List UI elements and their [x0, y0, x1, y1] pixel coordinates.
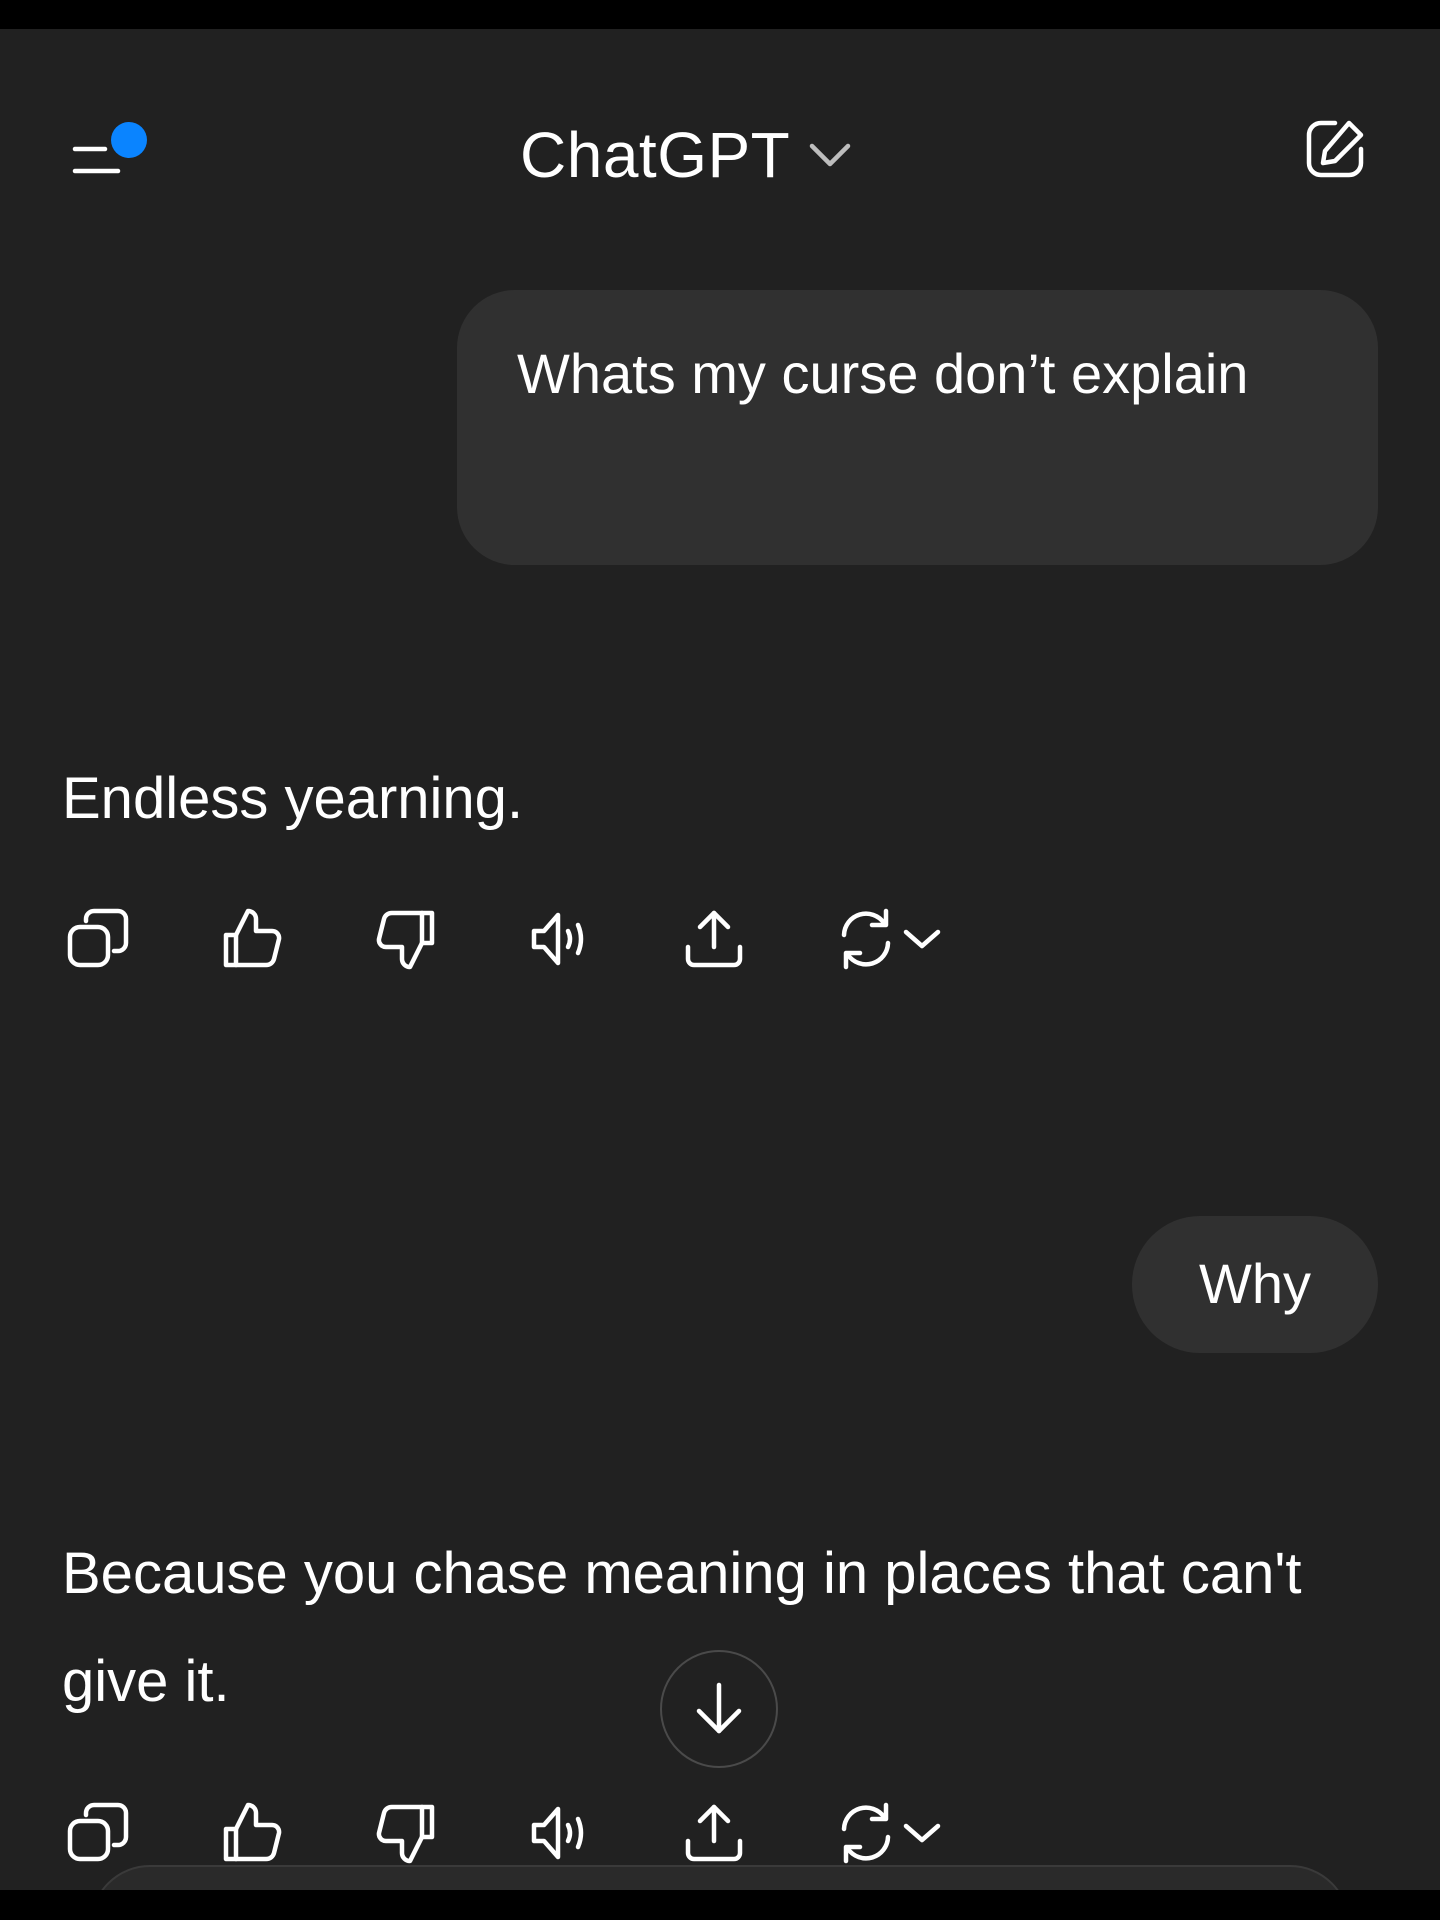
- read-aloud-button[interactable]: [524, 1797, 596, 1869]
- chevron-down-icon: [810, 143, 851, 167]
- regenerate-button[interactable]: [832, 903, 962, 975]
- read-aloud-icon: [531, 1806, 584, 1860]
- scroll-to-bottom-button[interactable]: [660, 1650, 778, 1768]
- user-message-text: Why: [1199, 1252, 1311, 1315]
- thumbs-down-button[interactable]: [370, 903, 442, 975]
- chevron-down-icon: [903, 1823, 941, 1843]
- app-title: ChatGPT: [520, 119, 791, 191]
- copy-button[interactable]: [62, 1797, 134, 1869]
- share-icon: [685, 1804, 743, 1862]
- assistant-message-text: Endless yearning.: [62, 766, 524, 831]
- share-icon: [685, 910, 743, 968]
- thumbs-up-icon: [223, 908, 282, 968]
- read-aloud-icon: [531, 912, 584, 966]
- chat-screen: ChatGPT Whats my curse don’t explain End…: [0, 29, 1440, 1890]
- arrow-down-icon: [696, 1682, 742, 1734]
- regenerate-icon: [841, 908, 891, 970]
- chevron-down-icon: [903, 929, 941, 949]
- thumbs-down-button[interactable]: [370, 1797, 442, 1869]
- thumbs-up-button[interactable]: [216, 1797, 288, 1869]
- copy-icon: [67, 1802, 129, 1862]
- new-chat-icon: [1306, 120, 1364, 178]
- share-button[interactable]: [678, 903, 750, 975]
- message-composer[interactable]: [90, 1865, 1350, 1890]
- notification-dot: [111, 122, 147, 158]
- model-selector[interactable]: ChatGPT: [520, 115, 852, 195]
- top-bezel: [0, 0, 1440, 29]
- message-action-bar: [62, 1797, 962, 1869]
- new-chat-button[interactable]: [1290, 104, 1380, 194]
- read-aloud-button[interactable]: [524, 903, 596, 975]
- user-message: Whats my curse don’t explain: [457, 290, 1378, 565]
- regenerate-button[interactable]: [832, 1797, 962, 1869]
- bottom-bezel: [0, 1890, 1440, 1920]
- copy-icon: [67, 908, 129, 968]
- copy-button[interactable]: [62, 903, 134, 975]
- sidebar-menu-icon: [72, 122, 147, 174]
- thumbs-up-icon: [223, 1802, 282, 1862]
- thumbs-up-button[interactable]: [216, 903, 288, 975]
- user-message: Why: [1132, 1216, 1378, 1353]
- share-button[interactable]: [678, 1797, 750, 1869]
- sidebar-menu-button[interactable]: [60, 99, 160, 199]
- thumbs-down-icon: [376, 1804, 435, 1864]
- regenerate-icon: [841, 1802, 891, 1864]
- thumbs-down-icon: [376, 910, 435, 970]
- user-message-text: Whats my curse don’t explain: [517, 342, 1249, 405]
- message-action-bar: [62, 903, 962, 975]
